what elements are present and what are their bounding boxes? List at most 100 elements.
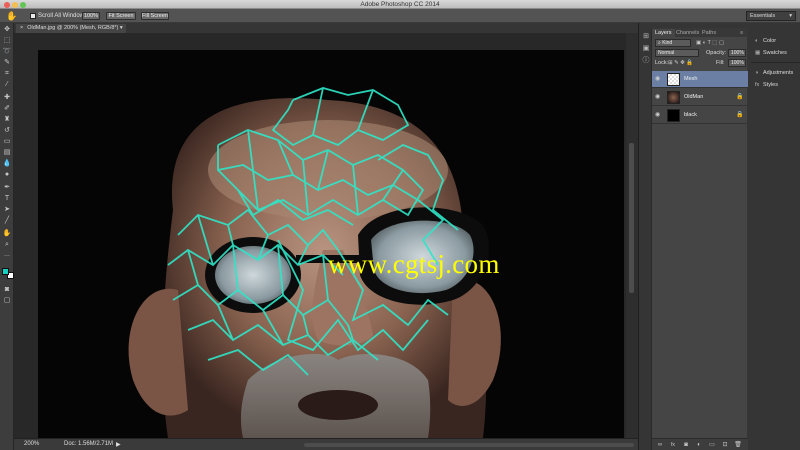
canvas-area[interactable]: www.cgtsj.com	[14, 33, 638, 438]
panel-menu-icon[interactable]: ≡	[740, 29, 743, 37]
visibility-eye-icon[interactable]: ◉	[655, 111, 663, 119]
zoom-100-button[interactable]: 100%	[82, 12, 100, 20]
type-tool-icon[interactable]: T	[2, 194, 12, 203]
shape-tool-icon[interactable]: ╱	[2, 216, 12, 225]
fit-screen-button[interactable]: Fit Screen	[106, 12, 136, 20]
hand-tool-icon[interactable]: ✋	[2, 229, 12, 238]
vertical-scrollbar[interactable]	[626, 33, 638, 438]
adjustments-panel-icon: ◑	[755, 70, 759, 76]
dodge-tool-icon[interactable]: ●	[2, 170, 12, 179]
dock-label: Swatches	[763, 50, 787, 56]
properties-panel-icon[interactable]: ▣	[642, 45, 650, 53]
history-brush-tool-icon[interactable]: ↺	[2, 126, 12, 135]
blur-tool-icon[interactable]: 💧	[2, 159, 12, 168]
path-select-tool-icon[interactable]: ➤	[2, 205, 12, 214]
watermark-text: www.cgtsj.com	[328, 249, 500, 279]
add-mask-icon[interactable]: ◙	[682, 441, 690, 449]
layer-row-oldman[interactable]: ◉ OldMan 🔒	[652, 89, 748, 106]
color-panel-icon: ◐	[755, 38, 759, 44]
doc-size: Doc: 1.56M/2.71M	[64, 441, 114, 447]
fill-input[interactable]: 100%	[728, 59, 746, 67]
status-menu-arrow-icon[interactable]: ▶	[116, 441, 121, 448]
layers-panel: Layers Channels Paths ≡ ⌕ Kind ▣ ◐ T ⬚ ▢…	[651, 28, 748, 450]
lock-icon: 🔒	[736, 112, 744, 118]
scroll-all-windows-label: Scroll All Windows	[38, 12, 88, 19]
opacity-input[interactable]: 100%	[728, 49, 746, 57]
move-tool-icon[interactable]: ✥	[2, 25, 12, 34]
lock-icons[interactable]: ⊞ ✎ ✥ 🔒	[668, 59, 693, 67]
trash-icon[interactable]: 🗑	[734, 441, 742, 449]
dock-label: Color	[763, 38, 777, 44]
lock-icon: 🔒	[736, 94, 744, 100]
visibility-eye-icon[interactable]: ◉	[655, 93, 663, 101]
tools-panel: ✥ ⬚ ➰ ✎ ⌗ ⁄ ✚ ✐ ♜ ↺ ▭ ▤ 💧 ● ✒ T ➤ ╱ ✋ ⌕ …	[0, 23, 14, 450]
dock-item-color[interactable]: ◐ Color	[755, 36, 776, 46]
layer-row-mesh[interactable]: ◉ Mesh	[652, 71, 748, 88]
link-layers-icon[interactable]: ∞	[656, 441, 664, 449]
foreground-color-swatch[interactable]	[2, 268, 9, 275]
layer-thumbnail	[667, 109, 680, 122]
layer-thumbnail	[667, 91, 680, 104]
layer-filter-select[interactable]: ⌕ Kind	[655, 39, 691, 47]
close-tab-icon[interactable]: ×	[20, 25, 23, 31]
healing-brush-tool-icon[interactable]: ✚	[2, 93, 12, 102]
horizontal-scrollbar[interactable]	[304, 443, 634, 447]
pen-tool-icon[interactable]: ✒	[2, 183, 12, 192]
fill-screen-button[interactable]: Fill Screen	[141, 12, 169, 20]
vertical-scroll-thumb[interactable]	[629, 143, 634, 293]
blend-mode-select[interactable]: Normal	[655, 49, 699, 57]
layer-name: black	[684, 112, 697, 118]
layer-filter-label: Kind	[662, 40, 673, 46]
lasso-tool-icon[interactable]: ➰	[2, 47, 12, 56]
layer-name: Mesh	[684, 76, 698, 82]
status-bar: 200% Doc: 1.56M/2.71M ▶	[14, 438, 638, 450]
layer-row-black[interactable]: ◉ black 🔒	[652, 107, 748, 124]
dock-item-adjustments[interactable]: ◑ Adjustments	[755, 68, 793, 78]
swatches-panel-icon: ▦	[755, 50, 761, 56]
visibility-eye-icon[interactable]: ◉	[655, 75, 663, 83]
document-tab[interactable]: × OldMan.jpg @ 200% (Mesh, RGB/8*) ▾	[16, 24, 126, 33]
dock-item-styles[interactable]: fx Styles	[755, 80, 778, 90]
tab-channels[interactable]: Channels	[676, 29, 699, 37]
right-panels: ⊞ ▣ ⓘ Layers Channels Paths ≡ ⌕ Kind ▣ ◐…	[638, 23, 800, 450]
portrait-image	[128, 87, 501, 438]
tab-paths[interactable]: Paths	[702, 29, 716, 37]
quick-select-tool-icon[interactable]: ✎	[2, 58, 12, 67]
dock-label: Styles	[763, 82, 778, 88]
chevron-down-icon: ▾	[789, 13, 792, 19]
quick-mask-icon[interactable]: ◙	[2, 285, 12, 294]
layers-panel-tabs: Layers Channels Paths ≡	[652, 28, 748, 37]
filter-icons[interactable]: ▣ ◐ T ⬚ ▢	[696, 39, 724, 47]
zoom-level[interactable]: 200%	[24, 441, 39, 447]
left-ear	[128, 288, 188, 416]
clone-stamp-tool-icon[interactable]: ♜	[2, 115, 12, 124]
info-panel-icon[interactable]: ⓘ	[642, 57, 650, 65]
title-bar: Adobe Photoshop CC 2014	[0, 0, 800, 9]
document-canvas[interactable]: www.cgtsj.com	[38, 50, 624, 438]
dock-item-swatches[interactable]: ▦ Swatches	[755, 48, 787, 58]
crop-tool-icon[interactable]: ⌗	[2, 69, 12, 78]
adjustment-layer-icon[interactable]: ◐	[695, 441, 703, 449]
workspace-select[interactable]: Essentials ▾	[746, 11, 796, 21]
tab-layers[interactable]: Layers	[652, 29, 675, 37]
fill-label: Fill:	[716, 60, 725, 66]
new-group-icon[interactable]: ▭	[708, 441, 716, 449]
zoom-tool-icon[interactable]: ⌕	[2, 240, 12, 249]
styles-panel-icon: fx	[755, 82, 760, 88]
chevron-down-icon: ▾	[118, 25, 123, 31]
brush-tool-icon[interactable]: ✐	[2, 104, 12, 113]
more-tools-icon[interactable]: …	[2, 251, 12, 260]
hand-tool-icon[interactable]: ✋	[6, 11, 17, 21]
layer-style-icon[interactable]: fx	[669, 441, 677, 449]
new-layer-icon[interactable]: ⊡	[721, 441, 729, 449]
eyedropper-tool-icon[interactable]: ⁄	[2, 80, 12, 89]
marquee-tool-icon[interactable]: ⬚	[2, 36, 12, 45]
history-panel-icon[interactable]: ⊞	[642, 33, 650, 41]
workspace-label: Essentials	[750, 13, 776, 19]
screen-mode-icon[interactable]: ▢	[2, 296, 12, 305]
scroll-all-windows-checkbox[interactable]	[30, 13, 36, 19]
eraser-tool-icon[interactable]: ▭	[2, 137, 12, 146]
options-bar: ✋ Scroll All Windows 100% Fit Screen Fil…	[0, 9, 800, 23]
document-tab-bar: × OldMan.jpg @ 200% (Mesh, RGB/8*) ▾	[14, 23, 638, 33]
gradient-tool-icon[interactable]: ▤	[2, 148, 12, 157]
